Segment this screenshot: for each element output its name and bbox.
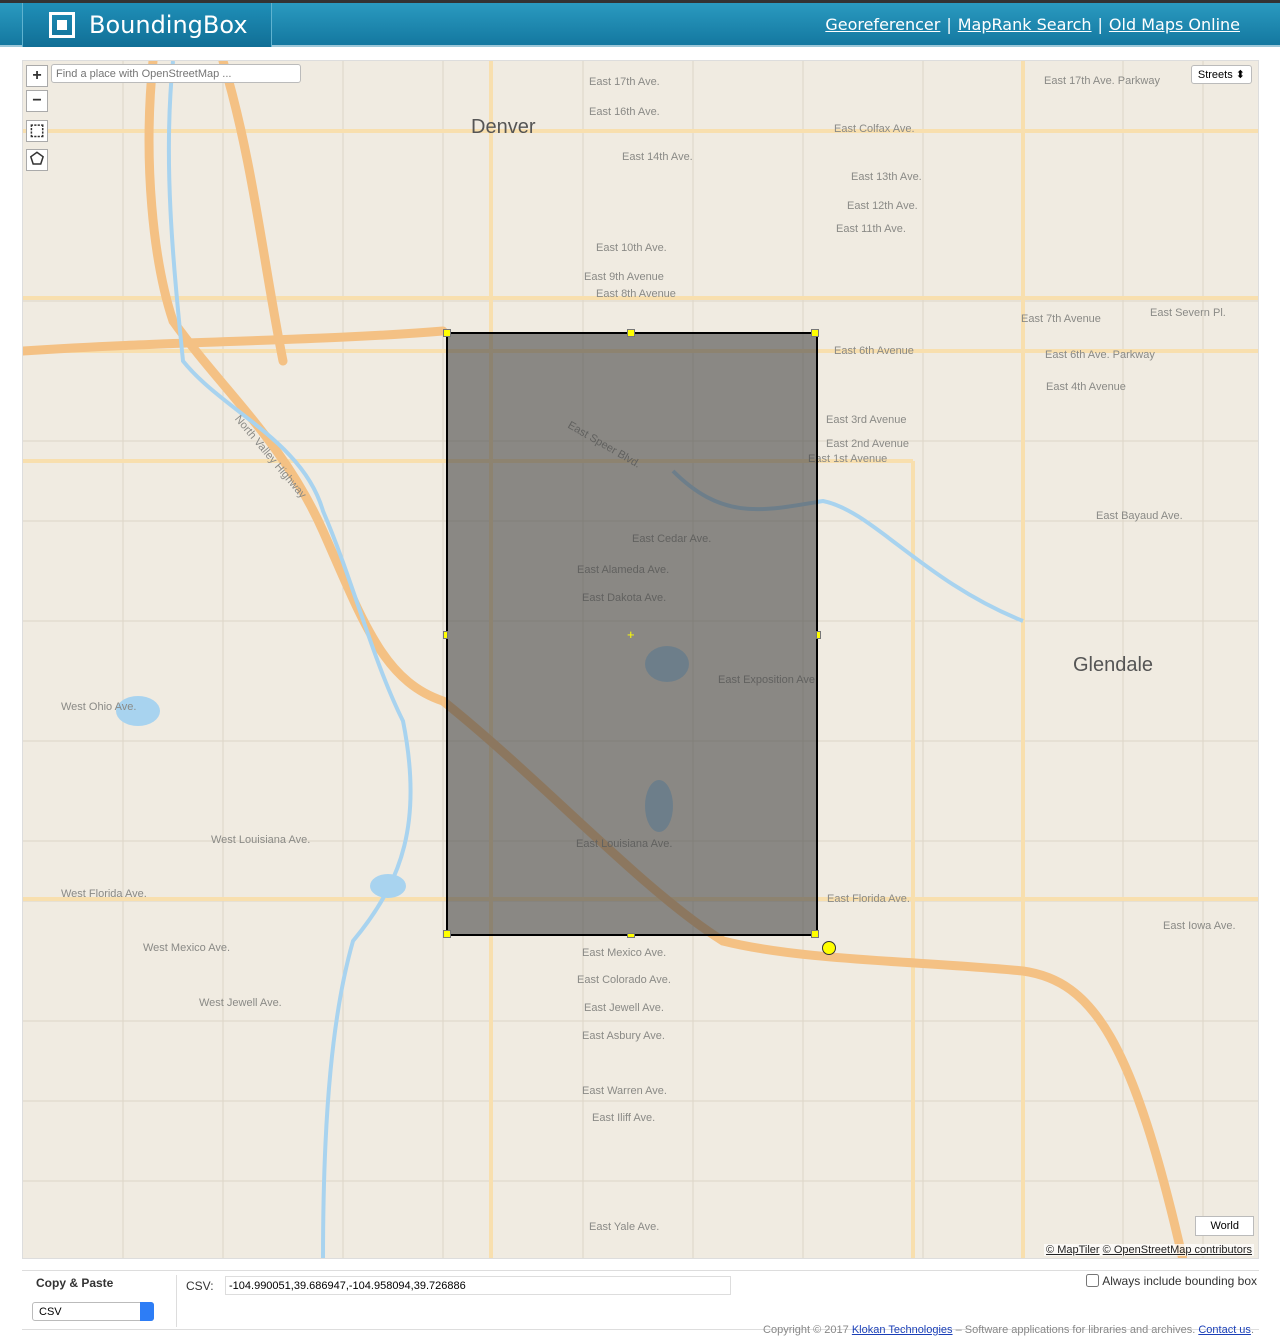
map-attribution: © MapTiler © OpenStreetMap contributors — [1044, 1244, 1254, 1256]
resize-handle-n[interactable] — [627, 329, 635, 337]
resize-handle-e[interactable] — [816, 631, 821, 639]
layer-select-value: Streets — [1197, 69, 1233, 81]
resize-handle-se[interactable] — [811, 930, 819, 938]
contact-link[interactable]: Contact us — [1198, 1324, 1251, 1336]
map-label: East 10th Ave. — [596, 242, 667, 254]
map-label: East 12th Ave. — [847, 200, 918, 212]
map-label: East Iliff Ave. — [592, 1112, 656, 1124]
map[interactable]: Denver Glendale East 17th Ave. East 16th Av… — [22, 60, 1259, 1259]
map-label: West Mexico Ave. — [143, 942, 231, 954]
resize-handle-w[interactable] — [443, 631, 448, 639]
center-crosshair-icon[interactable]: + — [627, 627, 635, 642]
map-label: East 9th Avenue — [584, 271, 664, 283]
map-label: East 3rd Avenue — [826, 414, 907, 426]
map-label: West Jewell Ave. — [199, 997, 282, 1009]
always-include-checkbox[interactable] — [1086, 1274, 1100, 1287]
map-label: East 16th Ave. — [589, 106, 660, 118]
map-label: East 11th Ave. — [836, 223, 906, 235]
header: BoundingBox Georeferencer | MapRank Search… — [0, 3, 1280, 47]
footer-end: . — [1250, 1324, 1254, 1336]
map-label: East 2nd Avenue — [826, 438, 909, 450]
map-label: East 6th Ave. Parkway — [1045, 349, 1155, 361]
map-label: East Mexico Ave. — [582, 947, 667, 959]
map-label: East 17th Ave. Parkway — [1044, 75, 1160, 87]
map-label: East 8th Avenue — [596, 288, 676, 300]
klokan-link[interactable]: Klokan Technologies — [852, 1324, 953, 1336]
map-label: West Louisiana Ave. — [211, 834, 311, 846]
brand[interactable]: BoundingBox — [22, 3, 272, 47]
maptiler-link[interactable]: © MapTiler — [1046, 1244, 1100, 1256]
divider — [176, 1275, 177, 1327]
nav-georeferencer[interactable]: Georeferencer — [825, 15, 940, 34]
corner-point-marker[interactable] — [822, 941, 836, 955]
map-label: East 7th Avenue — [1021, 313, 1101, 325]
map-label: East Florida Ave. — [827, 893, 910, 905]
always-include-bbox[interactable]: Always include bounding box — [1086, 1274, 1257, 1288]
map-label: East Severn Pl. — [1150, 307, 1226, 319]
layer-select[interactable]: Streets ⬍ — [1190, 65, 1252, 84]
copy-paste-title: Copy & Paste — [36, 1276, 114, 1290]
map-label: East 6th Avenue — [834, 345, 914, 357]
resize-handle-nw[interactable] — [443, 329, 451, 337]
map-label: East 4th Avenue — [1046, 381, 1126, 393]
map-label: East Warren Ave. — [582, 1085, 667, 1097]
always-include-label: Always include bounding box — [1102, 1274, 1257, 1288]
resize-handle-ne[interactable] — [811, 329, 819, 337]
map-label: Denver — [471, 116, 536, 138]
nav-old-maps-online[interactable]: Old Maps Online — [1109, 15, 1240, 34]
zoom-out-button[interactable]: − — [26, 90, 48, 112]
map-label: East Yale Ave. — [589, 1221, 660, 1233]
draw-rectangle-tool[interactable]: ⬚ — [26, 120, 48, 142]
top-nav: Georeferencer | MapRank Search | Old Maps On… — [825, 15, 1240, 34]
zoom-in-button[interactable]: + — [26, 65, 48, 87]
copyright-text: Copyright © 2017 — [763, 1324, 852, 1336]
map-label: East Iowa Ave. — [1163, 920, 1236, 932]
world-button[interactable]: World — [1195, 1216, 1254, 1236]
footer: Copyright © 2017 Klokan Technologies – S… — [763, 1324, 1254, 1336]
map-label: East 14th Ave. — [622, 151, 693, 163]
map-label: Glendale — [1073, 654, 1154, 676]
app-title: BoundingBox — [89, 11, 248, 39]
resize-handle-sw[interactable] — [443, 930, 451, 938]
resize-handle-s[interactable] — [627, 933, 635, 938]
map-label: East 13th Ave. — [851, 171, 922, 183]
pentagon-icon: ⬠ — [30, 151, 44, 168]
nav-maprank-search[interactable]: MapRank Search — [958, 15, 1092, 34]
map-label: West Florida Ave. — [61, 888, 147, 900]
map-label: East Colfax Ave. — [834, 123, 915, 135]
bounding-box-logo-icon — [49, 12, 75, 38]
tagline: – Software applications for libraries an… — [952, 1324, 1199, 1336]
map-label: East 1st Avenue — [808, 453, 888, 465]
osm-link[interactable]: © OpenStreetMap contributors — [1103, 1244, 1252, 1256]
csv-label: CSV: — [186, 1279, 214, 1293]
place-search-input[interactable] — [51, 64, 301, 83]
map-label: East 17th Ave. — [589, 76, 660, 88]
map-label: East Asbury Ave. — [582, 1030, 665, 1042]
map-label: East Colorado Ave. — [577, 974, 671, 986]
format-select[interactable]: CSV — [32, 1302, 154, 1321]
map-label: West Ohio Ave. — [61, 701, 137, 713]
select-box-icon: ⬚ — [29, 122, 45, 139]
draw-polygon-tool[interactable]: ⬠ — [26, 149, 48, 171]
map-label: East Jewell Ave. — [584, 1002, 664, 1014]
output-panel: Copy & Paste CSV CSV: Always include bou… — [22, 1270, 1259, 1330]
csv-output-field[interactable] — [225, 1276, 731, 1295]
map-label: East Bayaud Ave. — [1096, 510, 1183, 522]
